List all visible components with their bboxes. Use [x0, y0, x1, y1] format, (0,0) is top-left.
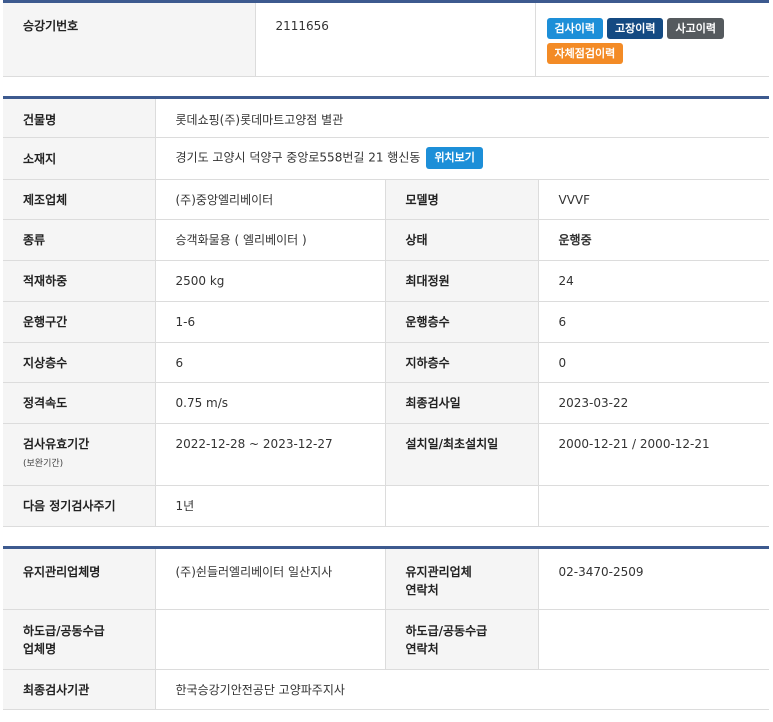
last-inspection-date-value: 2023-03-22 — [537, 382, 769, 424]
manufacturer-label: 제조업체 — [3, 179, 155, 220]
service-floors-label: 운행층수 — [384, 301, 538, 343]
view-location-button[interactable]: 위치보기 — [426, 147, 483, 169]
underground-floors-value: 0 — [537, 342, 769, 383]
history-buttons: 검사이력 고장이력 사고이력 자체점검이력 — [534, 1, 769, 77]
maintenance-company-label: 유지관리업체명 — [3, 547, 155, 610]
maintenance-company-row: 유지관리업체명 (주)쉰들러엘리베이터 일산지사 유지관리업체 연락처 02-3… — [3, 547, 769, 610]
validity-value: 2022-12-28 ~ 2023-12-27 — [154, 423, 385, 486]
install-date-value: 2000-12-21 / 2000-12-21 — [537, 423, 769, 486]
model-label: 모델명 — [384, 179, 538, 220]
validity-label: 검사유효기간 — [23, 437, 90, 451]
elevator-number-row: 승강기번호 2111656 검사이력 고장이력 사고이력 자체점검이력 — [3, 1, 769, 77]
validity-row: 검사유효기간 (보완기간) 2022-12-28 ~ 2023-12-27 설치… — [3, 423, 769, 486]
address-row: 소재지 경기도 고양시 덕양구 중앙로558번길 21 행신동 위치보기 — [3, 137, 769, 180]
inspection-history-button[interactable]: 검사이력 — [546, 18, 603, 39]
maintenance-contact-label-line2: 연락처 — [405, 583, 439, 597]
rated-speed-value: 0.75 m/s — [154, 382, 385, 424]
subcontractor-label: 하도급/공동수급 업체명 — [3, 609, 155, 670]
above-ground-floors-value: 6 — [154, 342, 385, 383]
elevator-number-label: 승강기번호 — [3, 1, 255, 77]
maintenance-contact-label: 유지관리업체 연락처 — [384, 547, 538, 610]
service-range-label: 운행구간 — [3, 301, 155, 343]
status-label: 상태 — [384, 219, 538, 261]
address-label: 소재지 — [3, 137, 155, 180]
install-date-label: 설치일/최초설치일 — [384, 423, 538, 486]
status-value: 운행중 — [537, 219, 769, 261]
maintenance-company-value: (주)쉰들러엘리베이터 일산지사 — [154, 547, 385, 610]
underground-floors-label: 지하층수 — [384, 342, 538, 383]
elevator-info-panel: 승강기번호 2111656 검사이력 고장이력 사고이력 자체점검이력 건물명 롯데… — [3, 0, 769, 710]
model-value: VVVF — [537, 179, 769, 220]
subcontractor-row: 하도급/공동수급 업체명 하도급/공동수급 연락처 — [3, 609, 769, 670]
address-cell: 경기도 고양시 덕양구 중앙로558번길 21 행신동 위치보기 — [154, 137, 769, 180]
empty-cell — [384, 485, 538, 527]
maintenance-contact-label-line1: 유지관리업체 — [405, 565, 472, 579]
above-ground-floors-label: 지상층수 — [3, 342, 155, 383]
maintenance-contact-value: 02-3470-2509 — [537, 547, 769, 610]
cycle-row: 다음 정기검사주기 1년 — [3, 485, 769, 527]
info-row: 지상층수 6 지하층수 0 — [3, 342, 769, 383]
subcontractor-contact-value — [537, 609, 769, 670]
address-value: 경기도 고양시 덕양구 중앙로558번길 21 행신동 — [175, 150, 421, 165]
maintenance-info-table: 유지관리업체명 (주)쉰들러엘리베이터 일산지사 유지관리업체 연락처 02-3… — [3, 546, 769, 710]
accident-history-button[interactable]: 사고이력 — [667, 18, 724, 39]
elevator-number-table: 승강기번호 2111656 검사이력 고장이력 사고이력 자체점검이력 — [3, 0, 769, 77]
last-inspection-date-label: 최종검사일 — [384, 382, 538, 424]
self-check-history-button[interactable]: 자체점검이력 — [546, 43, 624, 64]
rated-speed-label: 정격속도 — [3, 382, 155, 424]
info-row: 운행구간 1-6 운행층수 6 — [3, 301, 769, 343]
info-row: 종류 승객화물용 ( 엘리베이터 ) 상태 운행중 — [3, 219, 769, 261]
subcontractor-contact-label: 하도급/공동수급 연락처 — [384, 609, 538, 670]
building-name-row: 건물명 롯데쇼핑(주)롯데마트고양점 별관 — [3, 97, 769, 138]
subcontractor-label-line2: 업체명 — [23, 642, 57, 656]
failure-history-button[interactable]: 고장이력 — [606, 18, 664, 39]
load-capacity-value: 2500 kg — [154, 260, 385, 302]
max-capacity-value: 24 — [537, 260, 769, 302]
building-info-table: 건물명 롯데쇼핑(주)롯데마트고양점 별관 소재지 경기도 고양시 덕양구 중앙… — [3, 96, 769, 527]
empty-cell — [537, 485, 769, 527]
validity-sublabel: (보완기간) — [23, 459, 64, 469]
subcontractor-contact-label-line1: 하도급/공동수급 — [405, 624, 488, 638]
type-label: 종류 — [3, 219, 155, 261]
manufacturer-value: (주)중앙엘리베이터 — [154, 179, 385, 220]
info-row: 제조업체 (주)중앙엘리베이터 모델명 VVVF — [3, 179, 769, 220]
inspection-agency-value: 한국승강기안전공단 고양파주지사 — [154, 669, 769, 710]
info-row: 적재하중 2500 kg 최대정원 24 — [3, 260, 769, 302]
building-name-label: 건물명 — [3, 97, 155, 138]
service-floors-value: 6 — [537, 301, 769, 343]
elevator-number-value: 2111656 — [254, 1, 535, 77]
info-row: 정격속도 0.75 m/s 최종검사일 2023-03-22 — [3, 382, 769, 424]
type-value: 승객화물용 ( 엘리베이터 ) — [154, 219, 385, 261]
inspection-agency-label: 최종검사기관 — [3, 669, 155, 710]
subcontractor-contact-label-line2: 연락처 — [405, 642, 439, 656]
inspection-agency-row: 최종검사기관 한국승강기안전공단 고양파주지사 — [3, 669, 769, 710]
service-range-value: 1-6 — [154, 301, 385, 343]
validity-label-cell: 검사유효기간 (보완기간) — [3, 423, 155, 486]
subcontractor-value — [154, 609, 385, 670]
load-capacity-label: 적재하중 — [3, 260, 155, 302]
inspection-cycle-value: 1년 — [154, 485, 385, 527]
subcontractor-label-line1: 하도급/공동수급 — [23, 624, 105, 638]
max-capacity-label: 최대정원 — [384, 260, 538, 302]
building-name-value: 롯데쇼핑(주)롯데마트고양점 별관 — [154, 97, 769, 138]
inspection-cycle-label: 다음 정기검사주기 — [3, 485, 155, 527]
